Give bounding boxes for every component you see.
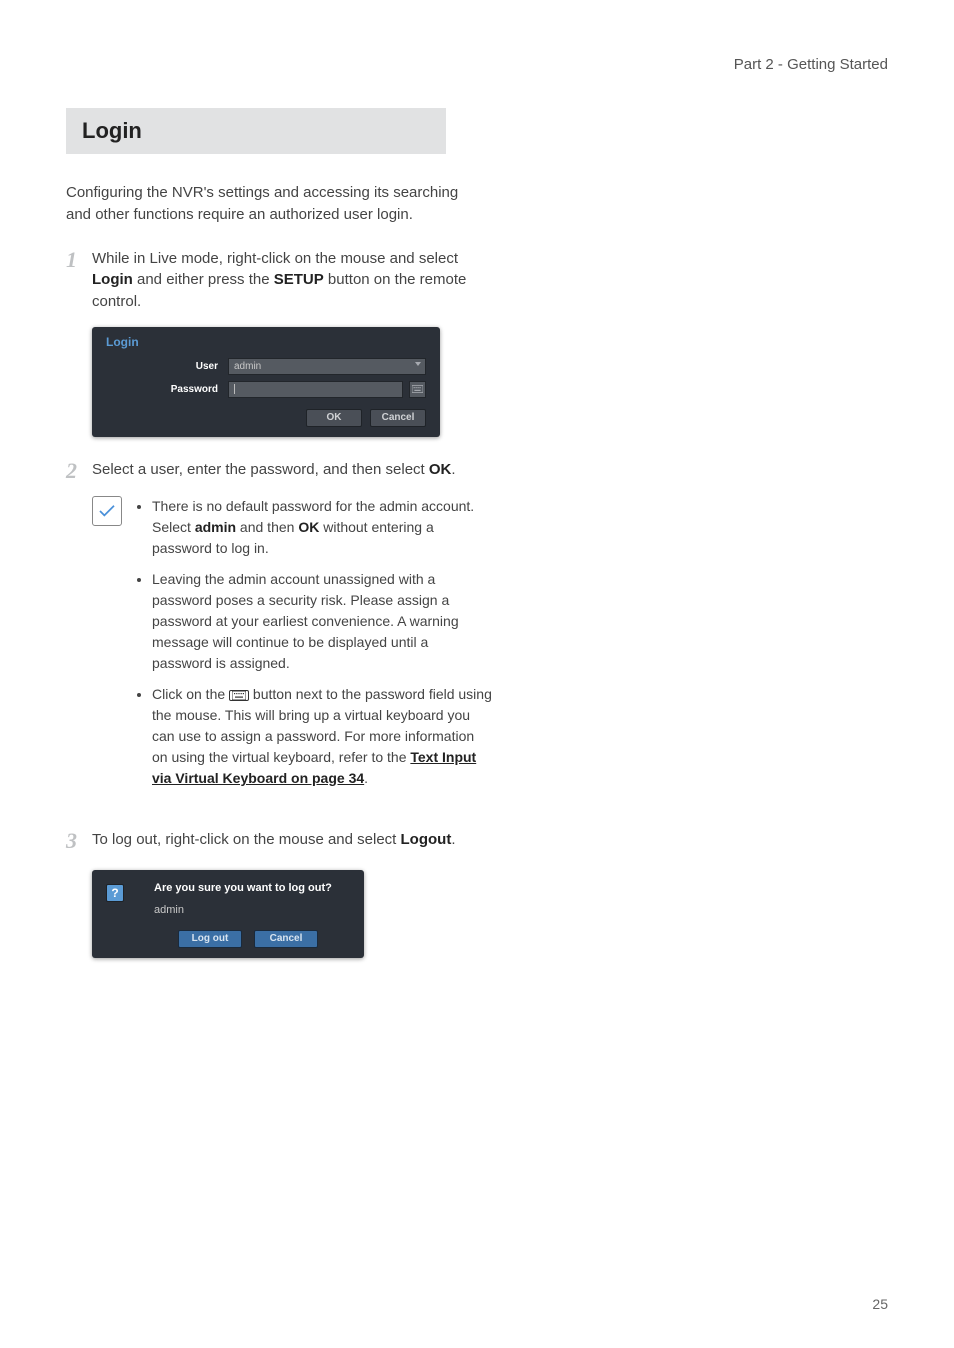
section-title-bar: Login — [66, 108, 446, 154]
logout-dialog-buttons: Log out Cancel — [106, 930, 350, 948]
logout-dialog-top: ? Are you sure you want to log out? admi… — [106, 882, 350, 916]
intro-paragraph: Configuring the NVR's settings and acces… — [66, 182, 466, 226]
bold-text: OK — [429, 461, 452, 478]
user-select[interactable]: admin — [228, 358, 426, 375]
note-item: Click on the button next to the password… — [152, 684, 492, 789]
note-item: Leaving the admin account unassigned wit… — [152, 569, 492, 674]
chevron-down-icon — [415, 362, 421, 366]
cancel-button[interactable]: Cancel — [254, 930, 318, 948]
step-number: 3 — [66, 830, 92, 852]
cancel-button[interactable]: Cancel — [370, 409, 426, 427]
user-label: User — [106, 361, 228, 372]
text: Select a user, enter the password, and t… — [92, 461, 429, 478]
keyboard-icon-button[interactable] — [409, 381, 426, 398]
question-icon: ? — [106, 884, 124, 902]
bold-text: Logout — [401, 831, 452, 848]
keyboard-icon — [412, 385, 423, 393]
logout-dialog: ? Are you sure you want to log out? admi… — [92, 870, 364, 958]
password-row: Password — [92, 378, 440, 401]
bold-text: Login — [92, 271, 133, 288]
password-input[interactable] — [228, 381, 403, 398]
text: To log out, right-click on the mouse and… — [92, 831, 401, 848]
user-value: admin — [234, 361, 261, 372]
password-label: Password — [106, 384, 228, 395]
user-row: User admin — [92, 355, 440, 378]
bold-text: admin — [195, 519, 236, 535]
text: and either press the — [133, 271, 274, 288]
step-2-text: Select a user, enter the password, and t… — [92, 459, 486, 481]
breadcrumb: Part 2 - Getting Started — [734, 56, 888, 73]
step-2: 2 Select a user, enter the password, and… — [66, 459, 486, 482]
text: Click on the — [152, 686, 229, 702]
step-3-text: To log out, right-click on the mouse and… — [92, 829, 486, 851]
step-1: 1 While in Live mode, right-click on the… — [66, 248, 486, 313]
ok-button[interactable]: OK — [306, 409, 362, 427]
text: . — [364, 770, 368, 786]
bold-text: SETUP — [274, 271, 324, 288]
logout-button[interactable]: Log out — [178, 930, 242, 948]
logout-message: Are you sure you want to log out? — [154, 882, 332, 894]
step-number: 2 — [66, 460, 92, 482]
login-dialog: Login User admin Password OK Cancel — [92, 327, 440, 437]
bold-text: OK — [298, 519, 319, 535]
note-block: There is no default password for the adm… — [92, 496, 492, 799]
step-3: 3 To log out, right-click on the mouse a… — [66, 829, 486, 852]
login-dialog-buttons: OK Cancel — [92, 401, 440, 427]
text: . — [451, 831, 455, 848]
note-list: There is no default password for the adm… — [136, 496, 492, 799]
login-dialog-title: Login — [92, 327, 440, 355]
logout-user: admin — [154, 904, 332, 916]
note-item: There is no default password for the adm… — [152, 496, 492, 559]
page-number: 25 — [872, 1296, 888, 1312]
section-title: Login — [82, 118, 430, 144]
step-number: 1 — [66, 249, 92, 271]
keyboard-icon — [229, 690, 249, 701]
text: While in Live mode, right-click on the m… — [92, 250, 458, 267]
checkmark-icon — [92, 496, 122, 526]
text: . — [451, 461, 455, 478]
step-1-text: While in Live mode, right-click on the m… — [92, 248, 486, 313]
text: and then — [236, 519, 298, 535]
